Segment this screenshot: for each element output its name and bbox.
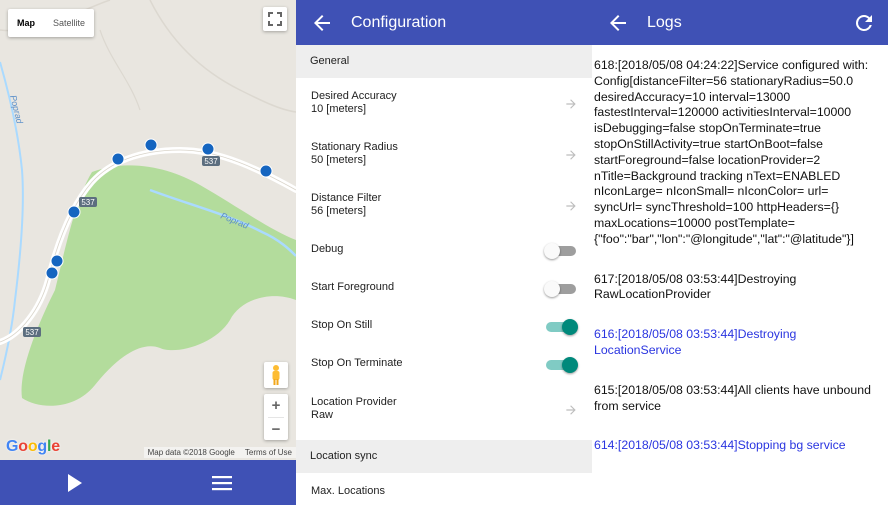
- setting-debug: Debug: [296, 231, 592, 269]
- section-header-general: General: [296, 45, 592, 78]
- setting-value: Raw: [311, 409, 334, 421]
- switch-thumb: [562, 357, 578, 373]
- debug-toggle[interactable]: [544, 243, 578, 259]
- menu-icon: [212, 476, 232, 491]
- setting-label: Stationary Radius: [311, 141, 398, 153]
- road-number: 537: [25, 328, 39, 337]
- setting-max-locations[interactable]: Max. Locations: [296, 473, 592, 505]
- setting-distance-filter[interactable]: Distance Filter 56 [meters]: [296, 180, 592, 231]
- location-marker[interactable]: [67, 205, 81, 219]
- logs-app-bar: Logs: [592, 0, 888, 45]
- stop-on-still-toggle[interactable]: [544, 319, 578, 335]
- stop-on-terminate-toggle[interactable]: [544, 357, 578, 373]
- log-entry: 617:[2018/05/08 03:53:44]Destroying RawL…: [594, 271, 797, 302]
- setting-label: Location Provider: [311, 396, 397, 408]
- setting-value: 56 [meters]: [311, 205, 367, 217]
- location-marker[interactable]: [111, 152, 125, 166]
- road-number: 537: [204, 157, 218, 166]
- setting-value: 50 [meters]: [311, 154, 367, 166]
- log-entry: 615:[2018/05/08 03:53:44]All clients hav…: [594, 382, 871, 413]
- logo-letter: g: [37, 438, 47, 455]
- fullscreen-icon: [268, 12, 282, 26]
- back-button[interactable]: [606, 11, 630, 35]
- location-marker[interactable]: [259, 164, 273, 178]
- logo-letter: e: [51, 438, 60, 455]
- switch-thumb: [562, 319, 578, 335]
- play-button[interactable]: [60, 469, 88, 497]
- zoom-in-button[interactable]: +: [264, 394, 288, 417]
- setting-label: Debug: [311, 243, 344, 255]
- menu-button[interactable]: [208, 469, 236, 497]
- arrow-back-icon: [610, 15, 626, 31]
- switch-thumb: [544, 281, 560, 297]
- page-title: Configuration: [351, 14, 447, 31]
- road-shield: 537: [202, 156, 220, 166]
- map-type-satellite[interactable]: Satellite: [44, 9, 94, 37]
- setting-location-provider[interactable]: Location Provider Raw: [296, 383, 592, 440]
- setting-stop-on-terminate: Stop On Terminate: [296, 345, 592, 383]
- play-icon: [68, 474, 82, 492]
- bottom-action-bar: [0, 460, 296, 505]
- refresh-icon: [856, 15, 872, 31]
- start-foreground-toggle[interactable]: [544, 281, 578, 297]
- logo-letter: o: [27, 438, 38, 455]
- terms-of-use-link[interactable]: Terms of Use: [245, 448, 292, 457]
- page-title: Logs: [647, 14, 682, 31]
- logo-letter: o: [18, 438, 28, 455]
- map-attribution: Map data ©2018 Google Terms of Use: [143, 447, 296, 458]
- location-marker[interactable]: [201, 142, 215, 156]
- refresh-button[interactable]: [852, 11, 876, 35]
- setting-label: Start Foreground: [311, 281, 395, 293]
- street-view-button[interactable]: [264, 362, 288, 388]
- setting-start-foreground: Start Foreground: [296, 269, 592, 307]
- back-button[interactable]: [310, 11, 334, 35]
- location-marker[interactable]: [144, 138, 158, 152]
- fullscreen-button[interactable]: [263, 7, 287, 31]
- configuration-panel: Configuration General Desired Accuracy 1…: [296, 0, 592, 505]
- setting-stop-on-still: Stop On Still: [296, 307, 592, 345]
- section-header-location-sync: Location sync: [296, 440, 592, 473]
- location-marker[interactable]: [45, 266, 59, 280]
- map-type-toggle: Map Satellite: [8, 9, 95, 37]
- setting-desired-accuracy[interactable]: Desired Accuracy 10 [meters]: [296, 78, 592, 129]
- road-shield: 537: [23, 327, 41, 337]
- map-canvas[interactable]: 537 537 537 Poprad Poprad: [0, 0, 296, 460]
- log-list: 618:[2018/05/08 04:24:22]Service configu…: [592, 45, 888, 454]
- setting-stationary-radius[interactable]: Stationary Radius 50 [meters]: [296, 129, 592, 180]
- google-logo: Google: [6, 438, 60, 456]
- logo-letter: G: [6, 438, 19, 455]
- zoom-control: + −: [264, 394, 288, 440]
- map-type-map[interactable]: Map: [8, 9, 44, 37]
- config-app-bar: Configuration: [296, 0, 592, 45]
- log-entry: 614:[2018/05/08 03:53:44]Stopping bg ser…: [594, 438, 846, 453]
- zoom-out-button[interactable]: −: [264, 418, 288, 441]
- app-root: 537 537 537 Poprad Poprad Map Satellite …: [0, 0, 888, 505]
- arrow-forward-icon: [566, 150, 576, 160]
- log-entry: 618:[2018/05/08 04:24:22]Service configu…: [594, 58, 869, 246]
- setting-label: Stop On Terminate: [311, 357, 403, 369]
- setting-label: Distance Filter: [311, 192, 382, 204]
- map-data-credit: Map data ©2018 Google: [147, 448, 235, 457]
- map-panel: 537 537 537 Poprad Poprad Map Satellite …: [0, 0, 296, 505]
- log-entry: 616:[2018/05/08 03:53:44]Destroying Loca…: [594, 327, 797, 357]
- arrow-forward-icon: [566, 201, 576, 211]
- road-number: 537: [81, 198, 95, 207]
- setting-value: 10 [meters]: [311, 103, 367, 115]
- setting-label: Desired Accuracy: [311, 90, 397, 102]
- arrow-forward-icon: [566, 405, 576, 415]
- pegman-icon: [272, 365, 280, 385]
- setting-label: Stop On Still: [311, 319, 373, 331]
- road-shield: 537: [79, 197, 97, 207]
- setting-label: Max. Locations: [311, 485, 385, 497]
- location-marker[interactable]: [50, 254, 64, 268]
- arrow-forward-icon: [566, 99, 576, 109]
- arrow-back-icon: [314, 15, 330, 31]
- logs-panel: Logs 618:[2018/05/08 04:24:22]Service co…: [592, 0, 888, 505]
- switch-thumb: [544, 243, 560, 259]
